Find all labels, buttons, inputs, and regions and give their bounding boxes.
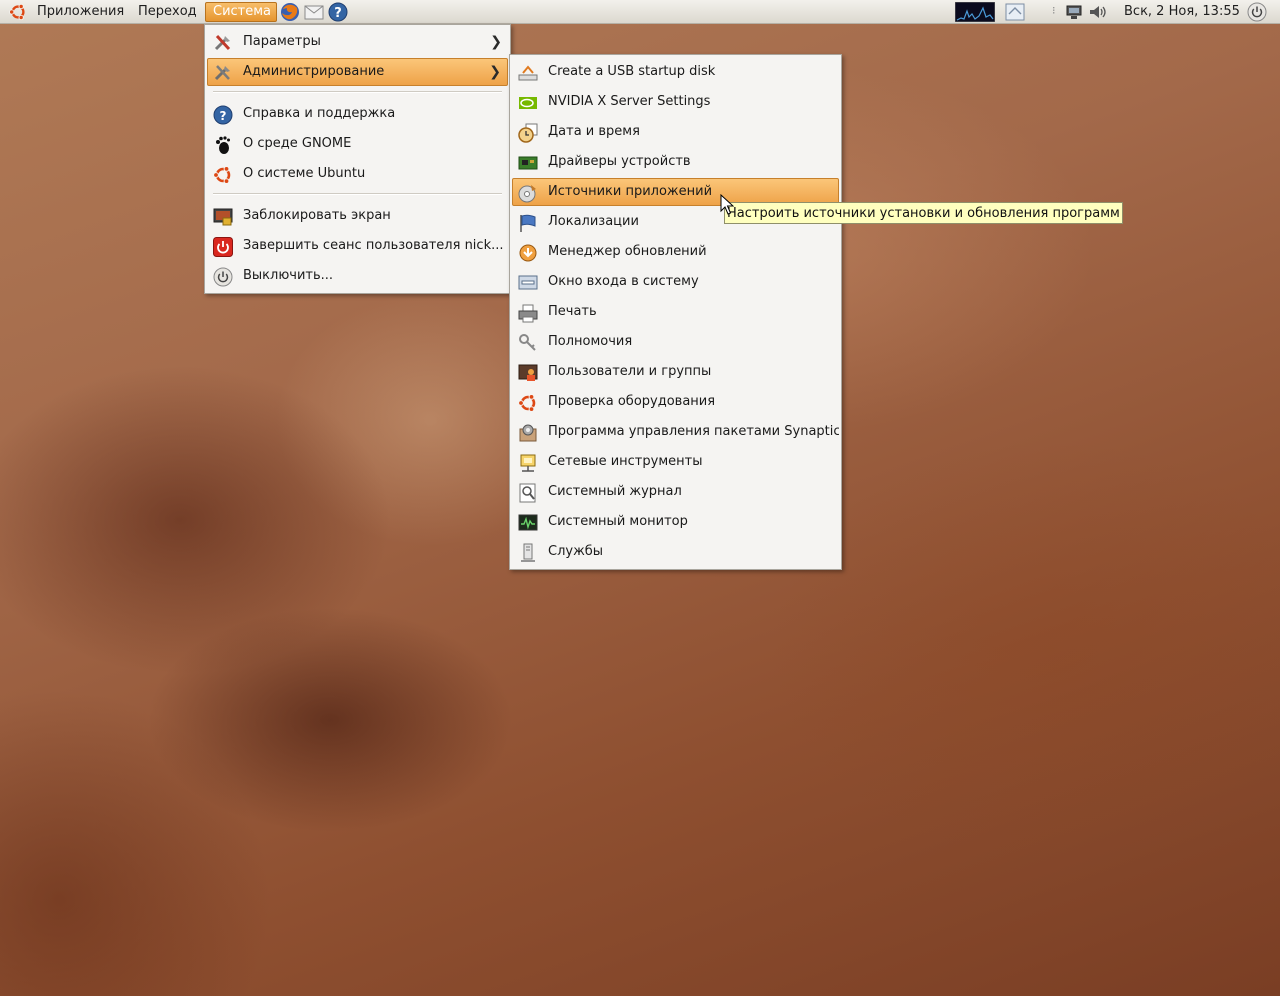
preferences-icon — [214, 34, 231, 51]
panel-menu-places[interactable]: Переход — [131, 2, 204, 22]
menu-item-logout[interactable]: Завершить сеанс пользователя nick... — [207, 232, 508, 260]
network-tools-icon — [520, 454, 536, 472]
workspace-switcher-icon[interactable] — [1005, 3, 1025, 21]
system-monitor-applet-icon[interactable] — [955, 2, 995, 22]
menu-item-label: NVIDIA X Server Settings — [548, 94, 711, 109]
ubuntu-icon — [213, 166, 231, 185]
logout-icon — [213, 237, 233, 257]
menu-separator — [213, 91, 502, 93]
menu-item-label: Источники приложений — [548, 184, 713, 199]
menu-item-label: Справка и поддержка — [243, 106, 396, 121]
menu-item-update-manager[interactable]: Менеджер обновлений — [512, 238, 839, 266]
menu-item-about-ubuntu[interactable]: О системе Ubuntu — [207, 160, 508, 188]
menu-item-label: Администрирование — [243, 64, 385, 79]
mail-icon[interactable] — [303, 1, 325, 23]
power-icon[interactable] — [1247, 2, 1267, 22]
menu-item-label: Системный монитор — [548, 514, 688, 529]
menu-item-label: Завершить сеанс пользователя nick... — [243, 238, 504, 253]
tooltip: Настроить источники установки и обновлен… — [724, 202, 1123, 224]
menu-item-label: Печать — [548, 304, 597, 319]
login-window-icon — [518, 275, 538, 290]
services-icon — [521, 543, 535, 562]
menu-item-label: Службы — [548, 544, 604, 559]
menu-item-label: Локализации — [548, 214, 639, 229]
menu-item-label: Заблокировать экран — [243, 208, 391, 223]
volume-icon[interactable] — [1088, 3, 1108, 21]
menu-item-nvidia[interactable]: NVIDIA X Server Settings — [512, 88, 839, 116]
driver-card-icon — [518, 156, 538, 170]
panel-menu-applications[interactable]: Приложения — [30, 2, 131, 22]
menu-item-help[interactable]: ? Справка и поддержка — [207, 100, 508, 128]
clock[interactable]: Вск, 2 Ноя, 13:55 — [1117, 2, 1247, 22]
keys-icon — [519, 334, 536, 351]
system-menu: Параметры ❯ Администрирование ❯ ? Справк… — [204, 24, 511, 294]
help-icon: ? — [213, 105, 233, 125]
menu-item-shutdown[interactable]: Выключить... — [207, 262, 508, 290]
help-icon[interactable]: ? — [327, 1, 349, 23]
menu-item-hardware-testing[interactable]: Проверка оборудования — [512, 388, 839, 416]
menu-separator — [213, 193, 502, 195]
menu-item-label: Пользователи и группы — [548, 364, 712, 379]
menu-item-label: О среде GNOME — [243, 136, 352, 151]
menu-item-login-window[interactable]: Окно входа в систему — [512, 268, 839, 296]
menu-item-authorizations[interactable]: Полномочия — [512, 328, 839, 356]
update-manager-icon — [519, 244, 537, 262]
administration-icon — [214, 65, 230, 81]
menu-item-preferences[interactable]: Параметры ❯ — [207, 28, 508, 56]
clock-icon — [518, 123, 538, 143]
lock-screen-icon — [213, 208, 233, 226]
mouse-cursor-icon — [720, 194, 734, 215]
menu-item-label: Выключить... — [243, 268, 334, 283]
menu-item-label: Сетевые инструменты — [548, 454, 703, 469]
menu-item-label: Create a USB startup disk — [548, 64, 716, 79]
menu-item-services[interactable]: Службы — [512, 538, 839, 566]
menu-item-administration[interactable]: Администрирование ❯ — [207, 58, 508, 86]
menu-item-label: Программа управления пакетами Synaptic — [548, 424, 839, 439]
menu-item-label: Системный журнал — [548, 484, 682, 499]
panel-menu-system[interactable]: Система — [205, 2, 277, 22]
language-flag-icon — [520, 214, 536, 232]
menu-item-label: Окно входа в систему — [548, 274, 699, 289]
menu-item-network-tools[interactable]: Сетевые инструменты — [512, 448, 839, 476]
administration-menu: Create a USB startup disk NVIDIA X Serve… — [509, 54, 842, 570]
menu-item-device-drivers[interactable]: Драйверы устройств — [512, 148, 839, 176]
menu-item-label: Полномочия — [548, 334, 633, 349]
chevron-right-icon: ❯ — [490, 34, 502, 50]
menu-item-synaptic[interactable]: Программа управления пакетами Synaptic — [512, 418, 839, 446]
system-log-icon — [519, 483, 536, 503]
usb-disk-icon — [518, 65, 538, 81]
menu-item-system-log[interactable]: Системный журнал — [512, 478, 839, 506]
software-sources-icon — [518, 185, 536, 203]
menu-item-lock-screen[interactable]: Заблокировать экран — [207, 202, 508, 230]
ubuntu-logo-icon[interactable] — [9, 3, 27, 21]
shutdown-icon — [213, 267, 233, 287]
svg-text:?: ? — [220, 109, 227, 123]
menu-item-users-groups[interactable]: Пользователи и группы — [512, 358, 839, 386]
nvidia-icon — [519, 97, 537, 109]
hardware-test-icon — [518, 394, 536, 413]
menu-item-label: О системе Ubuntu — [243, 166, 366, 181]
menu-item-label: Менеджер обновлений — [548, 244, 707, 259]
users-groups-icon — [518, 364, 538, 381]
synaptic-icon — [519, 424, 537, 442]
system-monitor-icon — [518, 514, 538, 531]
menu-item-label: Параметры — [243, 34, 321, 49]
menu-item-usb-creator[interactable]: Create a USB startup disk — [512, 58, 839, 86]
menu-item-label: Проверка оборудования — [548, 394, 716, 409]
svg-text:?: ? — [334, 6, 342, 21]
menu-item-system-monitor[interactable]: Системный монитор — [512, 508, 839, 536]
menu-item-about-gnome[interactable]: О среде GNOME — [207, 130, 508, 158]
chevron-right-icon: ❯ — [489, 64, 501, 80]
firefox-icon[interactable] — [279, 1, 301, 23]
menu-item-label: Драйверы устройств — [548, 154, 691, 169]
network-icon[interactable] — [1065, 3, 1083, 21]
gnome-foot-icon — [216, 136, 230, 154]
tray-separator: ⁝ — [1052, 4, 1056, 17]
menu-item-label: Дата и время — [548, 124, 640, 139]
menu-item-date-time[interactable]: Дата и время — [512, 118, 839, 146]
top-panel: Приложения Переход Система ? ⁝ Вск, 2 Но… — [0, 0, 1280, 24]
menu-item-printing[interactable]: Печать — [512, 298, 839, 326]
printer-icon — [518, 304, 538, 323]
